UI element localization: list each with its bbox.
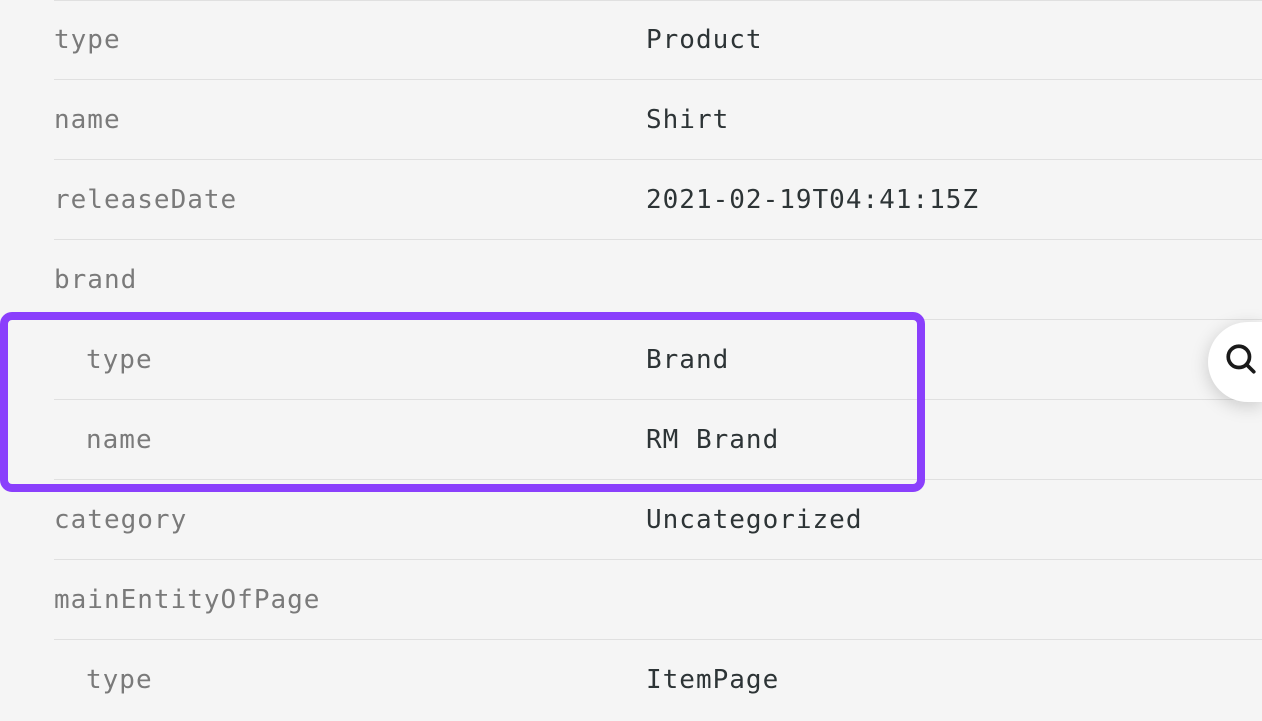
property-key: brand: [54, 265, 646, 295]
property-value: 2021-02-19T04:41:15Z: [646, 185, 1262, 215]
table-row-nested: type Brand: [54, 320, 1262, 400]
property-value: Uncategorized: [646, 505, 1262, 535]
table-row-nested: name RM Brand: [54, 400, 1262, 480]
property-key: name: [86, 425, 646, 455]
property-key: type: [54, 25, 646, 55]
property-key: type: [86, 345, 646, 375]
table-row: category Uncategorized: [54, 480, 1262, 560]
property-key: mainEntityOfPage: [54, 585, 646, 615]
table-row: type Product: [54, 0, 1262, 80]
property-key: category: [54, 505, 646, 535]
property-key: type: [86, 665, 646, 695]
schema-properties-table: type Product name Shirt releaseDate 2021…: [0, 0, 1262, 720]
property-value: ItemPage: [646, 665, 1262, 695]
table-row: releaseDate 2021-02-19T04:41:15Z: [54, 160, 1262, 240]
table-row-nested: type ItemPage: [54, 640, 1262, 720]
property-value: Brand: [646, 345, 1262, 375]
table-row: name Shirt: [54, 80, 1262, 160]
property-value: Shirt: [646, 105, 1262, 135]
table-row: brand: [54, 240, 1262, 320]
property-value: RM Brand: [646, 425, 1262, 455]
property-key: releaseDate: [54, 185, 646, 215]
property-value: Product: [646, 25, 1262, 55]
table-row: mainEntityOfPage: [54, 560, 1262, 640]
search-icon: [1212, 342, 1258, 383]
property-key: name: [54, 105, 646, 135]
